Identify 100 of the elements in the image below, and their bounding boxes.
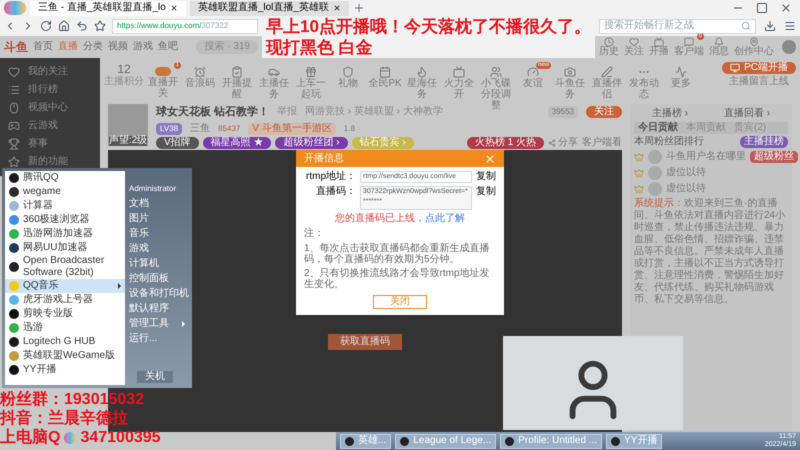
header-tool-button[interactable]: 开播 <box>648 37 669 57</box>
menu-item[interactable]: 音乐 <box>129 228 189 240</box>
pc-live-button[interactable]: PC端开播 <box>722 62 796 74</box>
tool-button[interactable]: 音浪码 <box>182 62 218 89</box>
nav-link[interactable]: 鱼吧 <box>158 41 178 53</box>
taskbar-item[interactable]: League of Lege... <box>395 434 496 448</box>
close-icon[interactable] <box>332 4 341 12</box>
tool-button[interactable]: 火力全开 <box>441 62 477 100</box>
search-icon[interactable] <box>741 21 751 31</box>
program-item[interactable]: 迅游 <box>5 321 125 335</box>
sidebar-item[interactable]: 我的关注 <box>8 66 92 78</box>
program-item[interactable]: 网易UU加速器 <box>5 241 125 255</box>
header-tool-button[interactable]: 关注 <box>624 37 644 57</box>
search-field[interactable]: 搜索开始畅行新之战 <box>598 18 756 34</box>
program-item[interactable]: 剪映专业版 <box>5 307 125 321</box>
tag-badge[interactable]: 福星高照 ★ <box>202 136 272 148</box>
program-item[interactable]: wegame <box>5 185 125 199</box>
browser-tab[interactable]: 三鱼 - 直播_英雄联盟直播_lo <box>30 0 186 16</box>
program-item[interactable]: 腾讯QQ <box>5 171 125 185</box>
nav-link[interactable]: 游戏 <box>133 41 153 53</box>
shutdown-button[interactable]: 关机 <box>137 371 173 383</box>
menu-item[interactable]: 默认程序 <box>129 303 189 315</box>
menu-item[interactable]: 控制面板 <box>129 273 189 285</box>
maximize-icon[interactable] <box>756 2 768 14</box>
menu-item[interactable]: 游戏 <box>129 243 189 255</box>
panel-link[interactable]: 主播榜 › <box>652 108 688 120</box>
header-tool-icon <box>714 37 724 47</box>
tag-badge[interactable]: 钻石贵宾 › <box>352 136 414 148</box>
user-name[interactable]: Administrator <box>129 183 189 195</box>
copy-link[interactable]: 复制 <box>476 171 496 183</box>
star-icon[interactable] <box>94 20 106 32</box>
crown-icon <box>634 184 644 194</box>
client-link[interactable]: 客户端看 <box>582 136 622 148</box>
menu-item[interactable]: 文档 <box>129 198 189 210</box>
get-code-button[interactable]: 获取直播码 <box>328 334 402 350</box>
panel-link[interactable]: 直播回看 › <box>724 108 770 120</box>
sidebar-item[interactable]: 排行榜 <box>8 84 92 96</box>
header-tool-button[interactable]: 消息 <box>708 37 729 57</box>
close-icon[interactable] <box>170 4 178 12</box>
follow-button[interactable]: 关注 <box>586 106 622 118</box>
report-link[interactable]: 举报 <box>277 106 298 118</box>
taskbar-item[interactable]: Profile: Untitled ... <box>500 434 602 448</box>
copy-link[interactable]: 复制 <box>476 186 496 198</box>
menu-icon[interactable] <box>784 20 796 32</box>
close-button[interactable]: 关闭 <box>373 295 427 309</box>
tool-button[interactable]: 斗鱼任务 <box>552 62 588 100</box>
program-item[interactable]: Logitech G HUB <box>5 335 125 349</box>
nav-link[interactable]: 视频 <box>108 41 128 53</box>
undo-icon[interactable] <box>76 20 88 32</box>
sidebar-item[interactable]: 赛事 <box>8 138 92 150</box>
taskbar-item[interactable]: YY开播 <box>606 434 662 448</box>
menu-item[interactable]: 运行... <box>129 333 189 345</box>
tool-button[interactable]: 发布动态 <box>626 62 662 100</box>
program-item[interactable]: 360极速浏览器 <box>5 213 125 227</box>
browser-tab[interactable]: 英雄联盟直播_lol直播_英雄联 <box>190 0 349 16</box>
program-item[interactable]: YY开播 <box>5 363 125 377</box>
nav-link[interactable]: 分类 <box>83 41 103 53</box>
sidebar-item[interactable]: 新的功能 <box>8 156 92 168</box>
hot-rank-badge[interactable]: 火热榜 1 火热 <box>466 136 544 148</box>
reload-icon[interactable] <box>40 20 52 32</box>
tool-button[interactable]: 星海任务 <box>404 62 440 100</box>
program-item[interactable]: Open Broadcaster Software (32bit) <box>5 255 125 279</box>
tool-button[interactable]: 全民PK <box>367 62 403 89</box>
sidebar-item[interactable]: 云游戏 <box>8 120 92 132</box>
taskbar-item[interactable]: 英雄... <box>340 434 392 448</box>
tool-button[interactable]: 开播提醒 <box>219 62 255 100</box>
sidebar-item[interactable]: 视频中心 <box>8 102 92 114</box>
tool-button[interactable]: 主播任务 <box>256 62 292 100</box>
tag-badge[interactable]: V招牌 <box>156 136 199 148</box>
close-icon[interactable] <box>780 2 792 14</box>
nav-link[interactable]: 首页 <box>33 41 53 53</box>
tag-badge[interactable]: 超级粉丝团 › <box>275 136 348 148</box>
program-item[interactable]: 计算器 <box>5 199 125 213</box>
learn-more-link[interactable]: 点此了解 <box>425 213 465 224</box>
category-path[interactable]: 网游竞技 › 英雄联盟 › 大神教学 <box>305 106 443 118</box>
program-item[interactable]: 英雄联盟WeGame版 <box>5 349 125 363</box>
home-icon[interactable] <box>58 20 70 32</box>
site-logo[interactable]: 斗鱼 <box>4 38 28 56</box>
header-tool-button[interactable]: 历史 <box>598 37 619 57</box>
menu-item[interactable]: 计算机 <box>129 258 189 270</box>
menu-item[interactable]: 图片 <box>129 213 189 225</box>
rank-badge: V 斗鱼第一手游区 <box>248 122 336 134</box>
tool-button[interactable]: 上车一起玩 <box>293 62 329 100</box>
tool-button[interactable]: 礼物 <box>330 62 366 89</box>
program-item[interactable]: 虎牙游戏上号器 <box>5 293 125 307</box>
download-icon[interactable] <box>764 20 776 32</box>
program-item[interactable]: QQ音乐 <box>5 279 125 293</box>
tool-button[interactable]: 直播伴侣 <box>589 62 625 100</box>
program-item[interactable]: 迅游网游加速器 <box>5 227 125 241</box>
menu-item[interactable]: 管理工具 <box>129 318 189 330</box>
share-link[interactable]: 分享 <box>548 136 578 148</box>
app-icon <box>611 436 620 446</box>
nav-link[interactable]: 直播 <box>58 41 78 53</box>
tool-button[interactable]: 小飞碟分段调整 <box>478 62 514 111</box>
new-tab-icon[interactable] <box>352 2 365 14</box>
menu-item[interactable]: 设备和打印机 <box>129 288 189 300</box>
header-tool-button[interactable]: 创作中心 <box>734 37 774 57</box>
tool-button[interactable]: 更多 <box>663 62 699 89</box>
panel-tab[interactable]: 今日贡献 <box>638 122 678 134</box>
address-bar[interactable]: https://www.douyu.com/307322 <box>112 18 258 34</box>
